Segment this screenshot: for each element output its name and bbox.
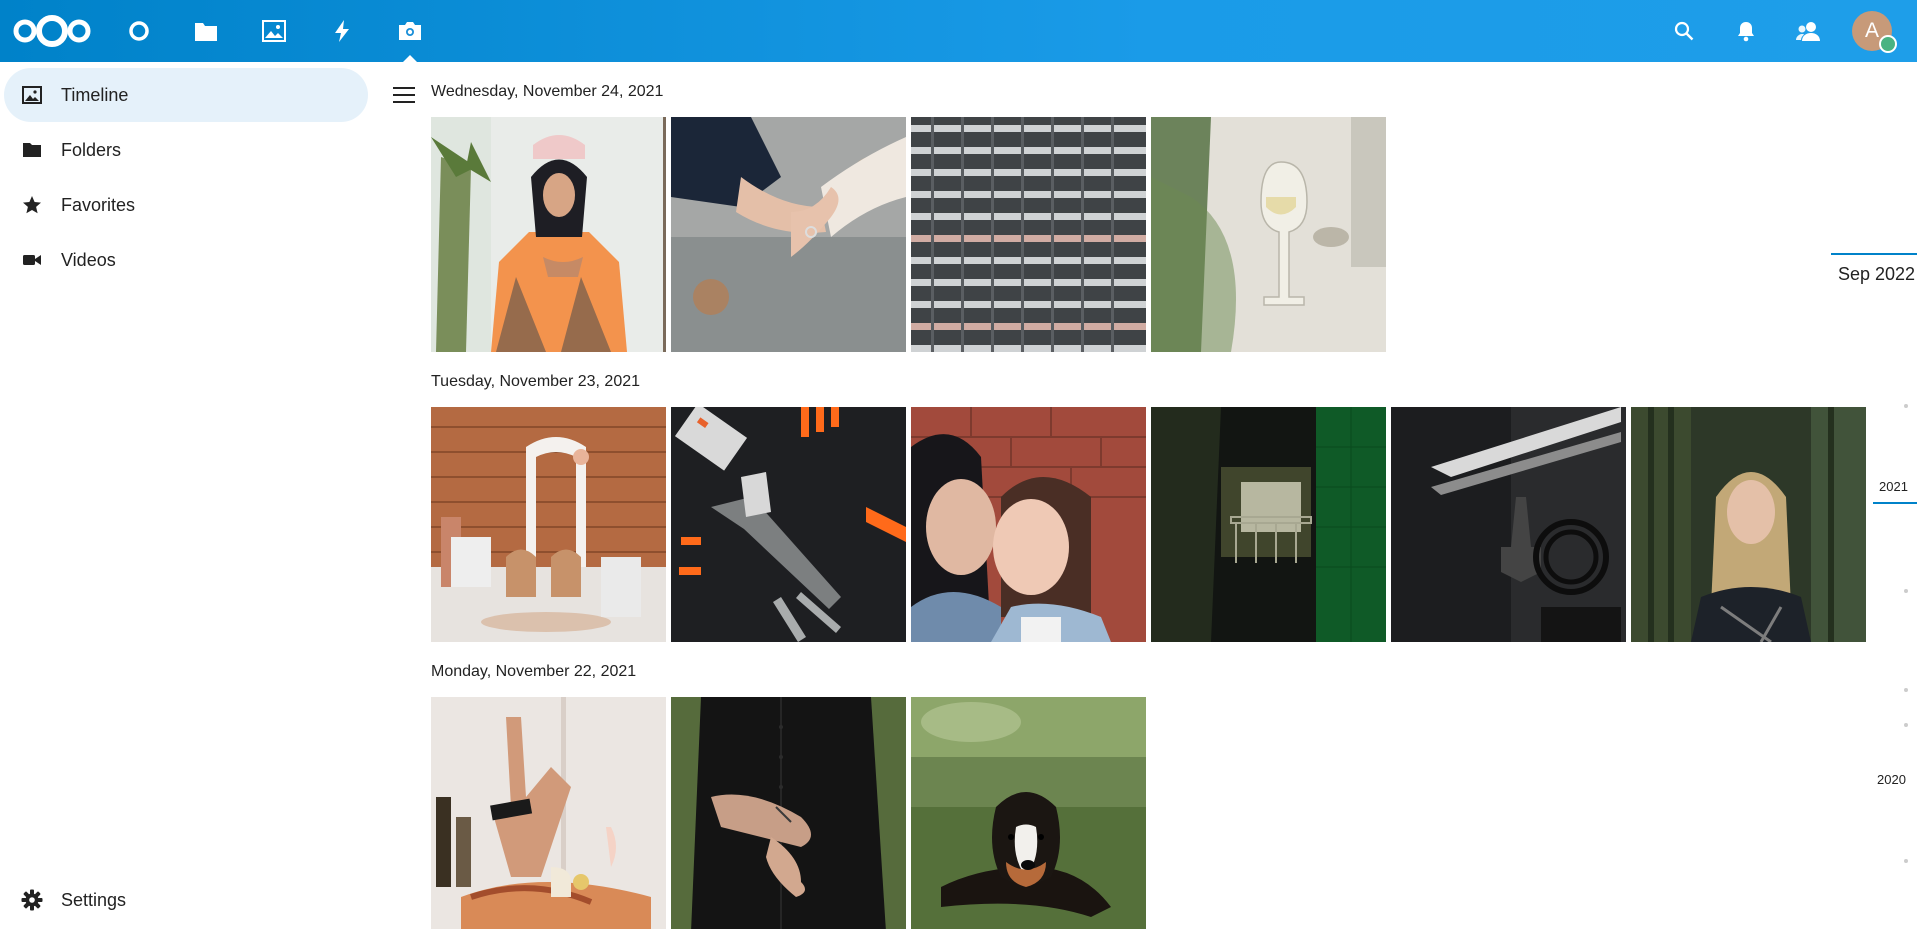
photo-thumbnail[interactable]	[431, 697, 666, 929]
nav-item-folders[interactable]: Folders	[4, 123, 368, 177]
photo-thumbnail[interactable]	[671, 697, 906, 929]
nextcloud-logo[interactable]	[12, 13, 92, 54]
files-app-icon[interactable]	[189, 14, 223, 48]
day-header: Monday, November 22, 2021	[431, 663, 637, 680]
scrubber-dot	[1904, 688, 1908, 692]
nav-item-label: Videos	[61, 249, 116, 270]
nav-item-favorites[interactable]: Favorites	[4, 178, 368, 232]
timeline-content: Wednesday, November 24, 2021 Tuesday, No…	[373, 62, 1917, 929]
scrubber-current-label: Sep 2022	[1838, 264, 1916, 284]
camera-app-icon[interactable]	[393, 14, 427, 62]
photo-thumbnail[interactable]	[911, 407, 1146, 642]
video-icon	[20, 248, 44, 272]
avatar-initial: A	[1864, 19, 1879, 42]
folder-icon	[20, 138, 44, 162]
settings-label: Settings	[61, 889, 127, 910]
nav-item-label: Folders	[61, 139, 122, 160]
photo-thumbnail[interactable]	[431, 407, 666, 642]
contacts-icon[interactable]	[1793, 16, 1823, 46]
app-navigation: Timeline Folders Favorites Videos Settin…	[0, 62, 373, 929]
nav-item-videos[interactable]: Videos	[4, 233, 368, 287]
navigation-toggle-menu-icon[interactable]	[393, 87, 415, 105]
nav-item-timeline[interactable]: Timeline	[4, 68, 368, 122]
settings-button[interactable]: Settings	[4, 873, 368, 927]
scrubber-cursor-line	[1831, 253, 1917, 255]
scrubber-dot	[1904, 723, 1908, 727]
image-icon	[20, 83, 44, 107]
photo-thumbnail[interactable]	[431, 117, 666, 352]
nav-item-label: Favorites	[61, 194, 136, 215]
star-icon	[20, 193, 44, 217]
photo-thumbnail[interactable]	[671, 117, 906, 352]
user-avatar[interactable]: A	[1852, 11, 1897, 53]
scrubber-dot	[1904, 404, 1908, 408]
nav-item-label: Timeline	[61, 84, 129, 105]
day-header: Wednesday, November 24, 2021	[431, 83, 664, 100]
search-icon[interactable]	[1669, 16, 1699, 46]
photo-thumbnail[interactable]	[1631, 407, 1866, 642]
scrubber-year-label[interactable]: 2021	[1879, 479, 1908, 494]
scrubber-dot	[1904, 859, 1908, 863]
scrubber-year-label[interactable]: 2020	[1877, 772, 1906, 787]
photo-thumbnail[interactable]	[911, 697, 1146, 929]
scrubber-year-line	[1873, 502, 1917, 504]
photo-thumbnail[interactable]	[671, 407, 906, 642]
notifications-bell-icon[interactable]	[1731, 16, 1761, 46]
photo-thumbnail[interactable]	[1391, 407, 1626, 642]
gear-icon	[20, 888, 44, 912]
online-status-indicator	[1879, 35, 1897, 53]
photos-app-icon[interactable]	[257, 14, 291, 48]
photo-thumbnail[interactable]	[1151, 117, 1386, 352]
activity-app-icon[interactable]	[325, 14, 359, 48]
dashboard-app-icon[interactable]	[122, 14, 156, 48]
photo-thumbnail[interactable]	[1151, 407, 1386, 642]
photo-thumbnail[interactable]	[911, 117, 1146, 352]
day-header: Tuesday, November 23, 2021	[431, 373, 641, 390]
scrubber-dot	[1904, 589, 1908, 593]
top-header: A	[0, 0, 1917, 62]
